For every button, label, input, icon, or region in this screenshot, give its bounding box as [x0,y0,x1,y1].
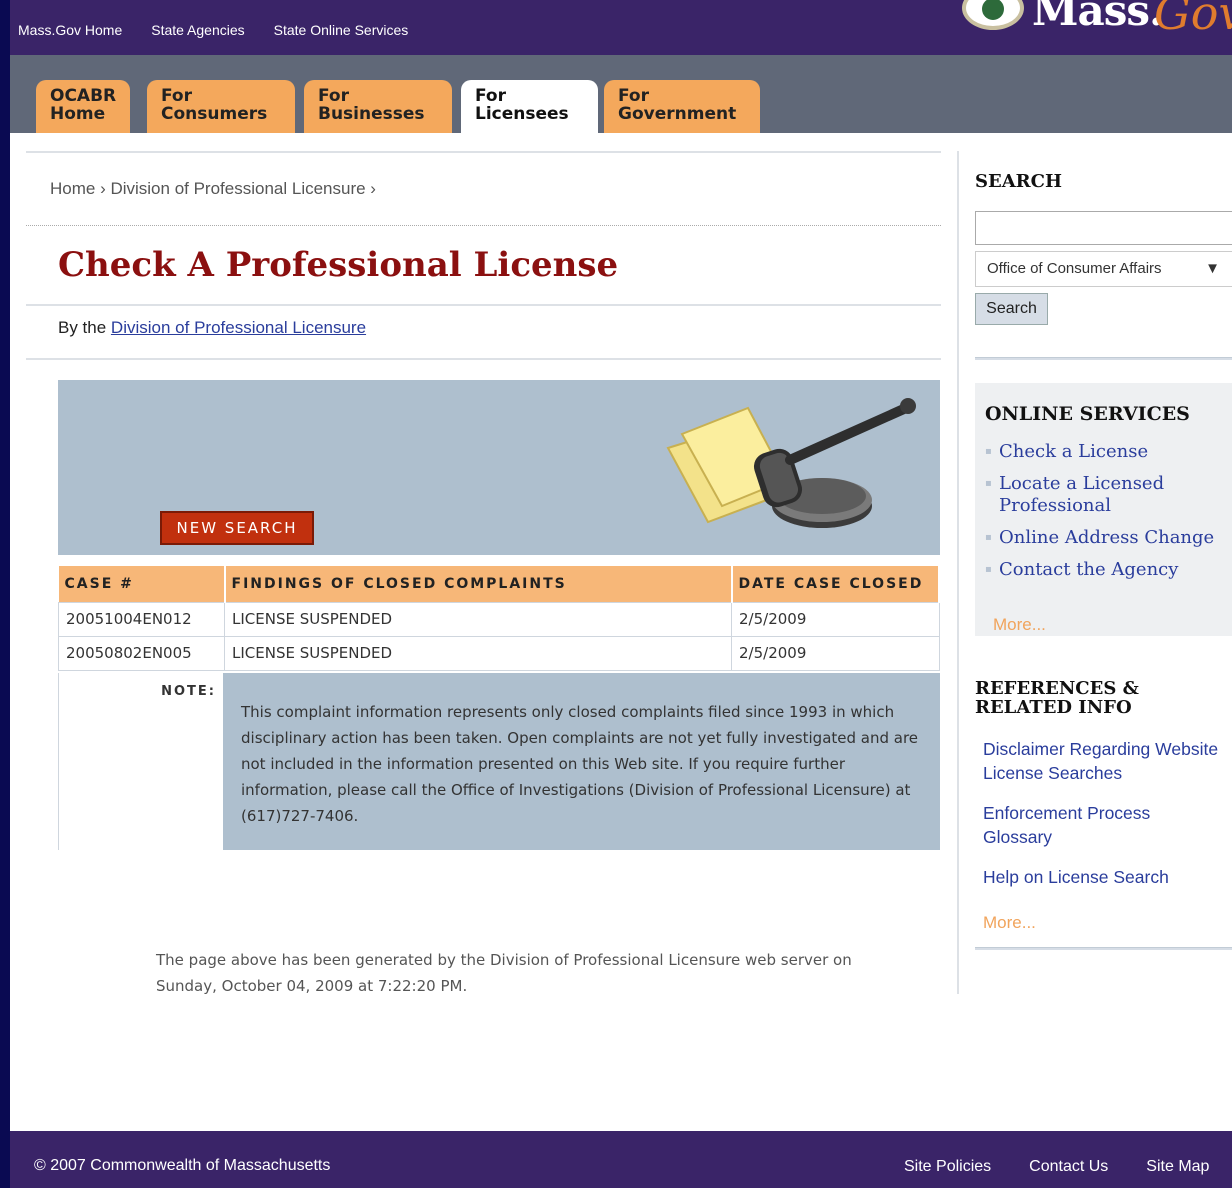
note-label-cell: NOTE: [58,673,224,850]
enforcement-glossary-link[interactable]: Enforcement Process Glossary [983,801,1213,849]
generated-notice: The page above has been generated by the… [156,951,852,995]
divider [26,225,941,226]
tab-label-line1: For [618,86,649,106]
findings-cell: LICENSE SUSPENDED [224,601,732,637]
date-closed-cell: 2/5/2009 [731,601,940,637]
divider [26,304,941,306]
tab-label-line1: OCABR [50,86,117,106]
search-scope-select[interactable]: Office of Consumer Affairs ▼ [975,251,1232,287]
header-date-closed: DATE CASE CLOSED [731,566,940,602]
link-massgov-home[interactable]: Mass.Gov Home [18,22,122,38]
top-links: Mass.Gov Home State Agencies State Onlin… [18,22,408,38]
search-scope-value: Office of Consumer Affairs [987,260,1162,277]
tab-for-government[interactable]: For Government [604,80,760,133]
footer-links: Site Policies Contact Us Site Map [904,1158,1209,1176]
references-more-link[interactable]: More... [983,913,1036,933]
breadcrumb[interactable]: Home › Division of Professional Licensur… [50,179,376,199]
tab-label-line1: For [318,86,349,106]
tab-for-businesses[interactable]: For Businesses [304,80,452,133]
site-map-link[interactable]: Site Map [1146,1158,1209,1176]
table-row: 20050802EN005 LICENSE SUSPENDED 2/5/2009 [58,635,940,671]
list-item[interactable]: Locate a Licensed Professional [983,473,1232,517]
logo-gov: Gov [1154,0,1232,40]
logo-word: Mass. [1032,0,1164,35]
site-policies-link[interactable]: Site Policies [904,1158,991,1176]
page-content: Home › Division of Professional Licensur… [10,133,1232,1131]
tab-for-licensees[interactable]: For Licensees [461,80,598,133]
header-case-number: CASE # [58,566,226,602]
gavel-icon [666,398,916,528]
link-state-agencies[interactable]: State Agencies [151,22,244,38]
tab-bar: OCABR Home For Consumers For Businesses … [10,55,1232,133]
table-header-row: CASE # FINDINGS OF CLOSED COMPLAINTS DAT… [58,566,940,602]
list-item[interactable]: Online Address Change [983,527,1232,549]
list-item[interactable]: Contact the Agency [983,559,1232,581]
tab-label-line2: Government [618,104,737,124]
findings-cell: LICENSE SUSPENDED [224,635,732,671]
tab-label-line2: Consumers [161,104,268,124]
chevron-down-icon: ▼ [1205,260,1220,277]
references-heading: REFERENCES & RELATED INFO [975,678,1139,718]
mass-gov-logo[interactable]: Mass. Gov [962,0,1232,55]
division-link[interactable]: Division of Professional Licensure [111,318,366,337]
case-number-cell: 20051004EN012 [58,601,225,637]
search-button[interactable]: Search [975,293,1048,325]
divider [26,151,941,153]
online-services-list: Check a License Locate a Licensed Profes… [983,441,1232,591]
note-text: This complaint information represents on… [223,673,940,850]
top-bar: Mass.Gov Home State Agencies State Onlin… [10,0,1232,55]
online-more-link[interactable]: More... [993,615,1046,635]
case-number-cell: 20050802EN005 [58,635,225,671]
help-license-search-link[interactable]: Help on License Search [983,865,1169,889]
tab-for-consumers[interactable]: For Consumers [147,80,295,133]
copyright: © 2007 Commonwealth of Massachusetts [34,1157,331,1174]
state-seal-icon [962,0,1024,30]
header-findings: FINDINGS OF CLOSED COMPLAINTS [224,566,733,602]
note-label: NOTE: [161,684,216,699]
page-title: Check A Professional License [58,245,619,285]
sidebar: SEARCH Office of Consumer Affairs ▼ Sear… [957,151,1232,994]
complaints-table: CASE # FINDINGS OF CLOSED COMPLAINTS DAT… [58,566,940,671]
tab-label-line2: Businesses [318,104,425,124]
new-search-button[interactable]: NEW SEARCH [160,511,314,545]
date-closed-cell: 2/5/2009 [731,635,940,671]
tab-label-line1: For [475,86,506,106]
divider [975,357,1232,360]
disclaimer-link[interactable]: Disclaimer Regarding Website License Sea… [983,737,1232,785]
divider [26,358,941,360]
tab-label-line2: Licensees [475,104,569,124]
online-services-heading: ONLINE SERVICES [985,403,1190,425]
byline: By the Division of Professional Licensur… [58,318,366,338]
search-heading: SEARCH [975,171,1062,192]
online-services-panel: ONLINE SERVICES Check a License Locate a… [975,383,1232,636]
tab-label-line1: For [161,86,192,106]
list-item[interactable]: Check a License [983,441,1232,463]
table-row: 20051004EN012 LICENSE SUSPENDED 2/5/2009 [58,601,940,637]
link-state-online-services[interactable]: State Online Services [274,22,409,38]
search-input[interactable] [975,211,1232,245]
divider [975,947,1232,950]
footer: © 2007 Commonwealth of Massachusetts Sit… [10,1131,1232,1188]
tab-ocabr-home[interactable]: OCABR Home [36,80,130,133]
search-banner: NEW SEARCH [58,380,940,555]
byline-prefix: By the [58,318,111,337]
contact-us-link[interactable]: Contact Us [1029,1158,1108,1176]
tab-label-line2: Home [50,104,106,124]
